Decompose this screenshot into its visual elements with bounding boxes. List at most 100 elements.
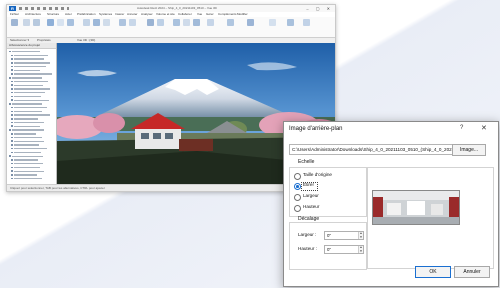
browser-tree-item[interactable] xyxy=(9,151,55,154)
house-window xyxy=(141,133,149,139)
close-button[interactable]: ✕ xyxy=(481,124,487,132)
view-node-icon xyxy=(11,177,13,180)
dynamo-tool-icon[interactable] xyxy=(303,19,310,26)
section-tool-icon[interactable] xyxy=(67,19,74,26)
view-node-icon xyxy=(11,110,13,113)
tree-item-label xyxy=(14,99,49,101)
browser-tree-item[interactable] xyxy=(9,117,55,120)
browser-tree-item[interactable] xyxy=(9,69,55,72)
tree-item-label xyxy=(14,148,47,150)
browser-tree-item[interactable] xyxy=(9,155,55,158)
offset-height-value[interactable]: 0" xyxy=(327,247,331,252)
view-node-icon xyxy=(11,62,13,64)
3d-view-tool-icon[interactable] xyxy=(57,19,64,26)
legends-tool-icon[interactable] xyxy=(103,19,110,26)
view-node-icon xyxy=(11,162,13,165)
radio-height[interactable] xyxy=(294,205,301,212)
radio-original-size-label[interactable]: Taille d'origine xyxy=(303,172,332,177)
view-node-icon xyxy=(9,76,11,79)
revit-logo-icon[interactable]: R xyxy=(9,6,16,11)
browser-tree-item[interactable] xyxy=(9,136,55,139)
browser-tree-item[interactable] xyxy=(9,158,55,161)
browser-tree-item[interactable] xyxy=(9,177,55,180)
cancel-button[interactable]: Annuler xyxy=(454,266,490,278)
thin-lines-tool-icon[interactable] xyxy=(33,19,40,26)
scope-box-tool-icon[interactable] xyxy=(129,19,136,26)
tree-item-label xyxy=(14,107,47,109)
radio-stretch[interactable] xyxy=(294,183,301,190)
schedules-tool-icon[interactable] xyxy=(119,19,126,26)
radio-width-label[interactable]: Largeur xyxy=(303,193,319,198)
browser-tree-item[interactable] xyxy=(9,72,55,75)
tree-item-label xyxy=(14,88,50,90)
spinner-arrows-icon[interactable]: ▲ ▼ xyxy=(358,245,363,253)
help-button[interactable]: ? xyxy=(460,125,463,131)
browser-tree-item[interactable] xyxy=(9,50,55,53)
browser-tree-item[interactable] xyxy=(9,99,55,102)
browser-tree-item[interactable] xyxy=(9,61,55,64)
offset-width-field[interactable]: 0" ▲ ▼ xyxy=(324,231,364,240)
user-interface-tool-icon[interactable] xyxy=(207,19,214,26)
radio-width[interactable] xyxy=(294,194,301,201)
browser-tree-item[interactable] xyxy=(9,140,55,143)
quick-access-toolbar[interactable] xyxy=(19,7,69,10)
title-block-tool-icon[interactable] xyxy=(157,19,164,26)
view-node-icon xyxy=(11,159,13,161)
render-tool-icon[interactable] xyxy=(47,19,54,26)
modify-tool-icon[interactable] xyxy=(11,19,18,26)
tree-item-label xyxy=(12,129,44,131)
duplicate-view-tool-icon[interactable] xyxy=(93,19,100,26)
switch-windows-tool-icon[interactable] xyxy=(173,19,180,26)
cascade-tool-icon[interactable] xyxy=(227,19,234,26)
browser-tree-item[interactable] xyxy=(9,87,55,90)
browser-tree-item[interactable] xyxy=(9,147,55,150)
close-inactive-tool-icon[interactable] xyxy=(183,19,190,26)
radio-stretch-label[interactable]: Etirer xyxy=(303,182,314,187)
macro-tool-icon[interactable] xyxy=(287,19,294,26)
view-node-icon xyxy=(11,58,13,60)
replicate-tool-icon[interactable] xyxy=(269,19,276,26)
browser-tree-item[interactable] xyxy=(9,80,55,83)
browser-tree-item[interactable] xyxy=(9,166,55,169)
preview-ceiling xyxy=(373,191,459,200)
browser-tree-item[interactable] xyxy=(9,128,55,131)
offset-height-field[interactable]: 0" ▲ ▼ xyxy=(324,245,364,254)
browser-tree-item[interactable] xyxy=(9,65,55,68)
browser-tree-item[interactable] xyxy=(9,57,55,60)
browser-tree-item[interactable] xyxy=(9,170,55,173)
browser-tree-item[interactable] xyxy=(9,54,55,57)
sheet-tool-icon[interactable] xyxy=(147,19,154,26)
browser-tree-item[interactable] xyxy=(9,76,55,79)
radio-height-label[interactable]: Hauteur xyxy=(303,204,319,209)
browser-tree-item[interactable] xyxy=(9,106,55,109)
browser-tree-item[interactable] xyxy=(9,121,55,124)
browser-tree-item[interactable] xyxy=(9,143,55,146)
browser-tree-item[interactable] xyxy=(9,162,55,165)
browser-tree-item[interactable] xyxy=(9,125,55,128)
browser-tree-item[interactable] xyxy=(9,113,55,116)
tree-item-label xyxy=(14,54,48,57)
visibility-tool-icon[interactable] xyxy=(23,19,30,26)
tile-tool-icon[interactable] xyxy=(247,19,254,26)
tab-views-tool-icon[interactable] xyxy=(193,19,200,26)
tree-item-label xyxy=(12,51,40,53)
choose-image-button[interactable]: Image... xyxy=(452,144,486,156)
browser-tree-item[interactable] xyxy=(9,95,55,98)
window-controls[interactable]: – ▢ ✕ xyxy=(306,6,333,11)
offset-width-value[interactable]: 0" xyxy=(327,233,331,238)
browser-tree-item[interactable] xyxy=(9,91,55,94)
browser-tree-item[interactable] xyxy=(9,173,55,176)
browser-tree-item[interactable] xyxy=(9,110,55,113)
ok-button[interactable]: OK xyxy=(415,266,451,278)
radio-original-size[interactable] xyxy=(294,173,301,180)
view-node-icon xyxy=(11,106,13,109)
preview-image xyxy=(373,191,459,224)
browser-tree-item[interactable] xyxy=(9,84,55,87)
drafting-view-tool-icon[interactable] xyxy=(83,19,90,26)
offset-group: Largeur : 0" ▲ ▼ Hauteur : 0" ▲ ▼ xyxy=(289,222,367,270)
image-path-field[interactable]: C:\Users\Administrator\Downloads\Ship_4_… xyxy=(289,144,453,155)
cherry-tree xyxy=(93,113,125,133)
browser-tree-item[interactable] xyxy=(9,132,55,135)
spinner-arrows-icon[interactable]: ▲ ▼ xyxy=(358,231,363,239)
browser-tree-item[interactable] xyxy=(9,102,55,105)
